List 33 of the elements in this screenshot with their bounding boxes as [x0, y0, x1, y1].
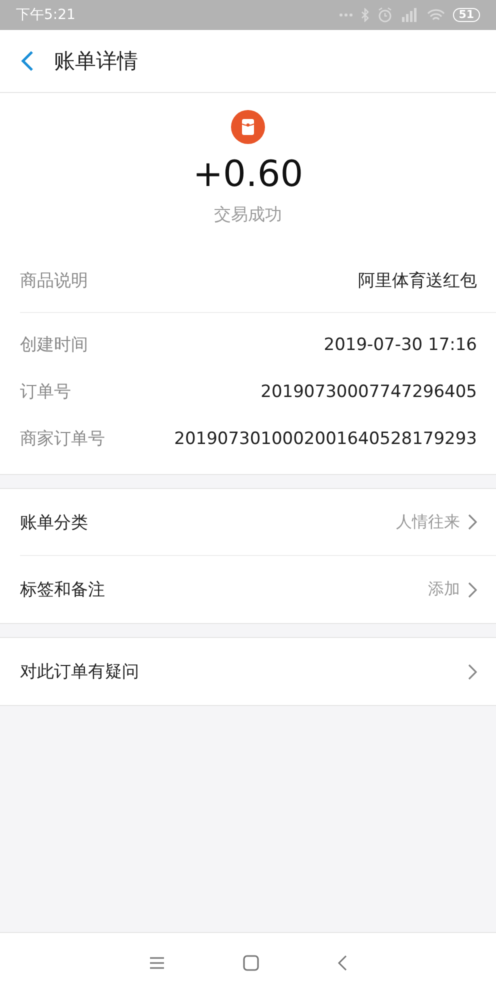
back-icon[interactable]	[337, 955, 347, 971]
page-title: 账单详情	[54, 48, 138, 75]
menu-icon[interactable]	[149, 956, 165, 970]
envelope-icon	[231, 110, 265, 144]
amount: +0.60	[192, 154, 304, 195]
wifi-icon	[426, 8, 445, 22]
transaction-status: 交易成功	[214, 204, 282, 226]
dots-icon	[338, 13, 353, 17]
status-time: 下午5:21	[16, 6, 76, 24]
row-label: 对此订单有疑问	[20, 661, 140, 683]
detail-value: 2019073010002001640528179293	[174, 428, 477, 448]
detail-value: 20190730007747296405	[260, 382, 477, 402]
detail-value: 2019-07-30 17:16	[324, 334, 477, 354]
row-value: 人情往来	[396, 512, 460, 532]
alarm-icon	[376, 7, 393, 23]
back-icon[interactable]	[20, 50, 34, 72]
battery-level: 51	[452, 8, 480, 22]
detail-label: 创建时间	[20, 334, 88, 356]
detail-value: 阿里体育送红包	[358, 270, 477, 292]
chevron-icon	[468, 514, 477, 530]
chevron-icon	[468, 582, 477, 598]
detail-label: 商品说明	[20, 270, 88, 292]
menu-row[interactable]: 标签和备注 添加	[20, 556, 496, 623]
row-label: 账单分类	[20, 512, 89, 534]
row-label: 标签和备注	[20, 579, 106, 601]
menu-row[interactable]: 账单分类 人情往来	[20, 489, 496, 556]
detail-label: 订单号	[20, 381, 71, 403]
signal-icon	[400, 8, 419, 22]
chevron-icon	[468, 664, 477, 680]
home-icon[interactable]	[243, 955, 259, 971]
detail-label: 商家订单号	[20, 428, 105, 450]
bluetooth-icon	[360, 8, 369, 22]
row-value: 添加	[428, 579, 460, 600]
